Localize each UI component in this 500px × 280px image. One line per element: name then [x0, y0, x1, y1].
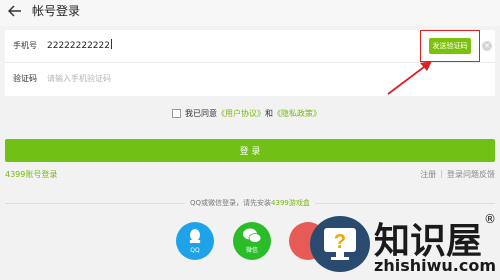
- help-links: 注册 | 登录问题反馈: [420, 169, 495, 180]
- register-link[interactable]: 注册: [420, 169, 436, 180]
- phone-label: 手机号: [13, 41, 37, 50]
- page-title: 帐号登录: [32, 4, 81, 18]
- divider-right: [315, 203, 495, 204]
- qq-login-button[interactable]: QQ: [176, 222, 214, 260]
- question-monitor-icon: ?: [310, 216, 370, 272]
- phone-input[interactable]: 22222222222: [47, 39, 112, 51]
- qq-label: QQ: [190, 247, 200, 254]
- agree-prefix: 我已同意: [185, 108, 217, 118]
- agree-checkbox[interactable]: [172, 108, 181, 118]
- site-watermark: ? 知识屋 ® zhishiwu.com: [310, 212, 500, 280]
- clear-icon[interactable]: ✕: [482, 41, 492, 51]
- app-header: 帐号登录: [0, 0, 500, 26]
- code-input[interactable]: 请输入手机验证码: [47, 73, 111, 84]
- agree-and: 和: [265, 108, 273, 118]
- game-box-link[interactable]: 4399游戏盒: [271, 199, 310, 207]
- login-button[interactable]: 登 录: [5, 139, 495, 162]
- wechat-login-button[interactable]: 微信: [233, 222, 271, 260]
- send-code-button[interactable]: 发送验证码: [429, 38, 471, 54]
- qq-icon: [189, 229, 201, 244]
- watermark-domain: zhishiwu.com: [374, 256, 496, 275]
- wechat-label: 微信: [245, 247, 258, 254]
- social-hint: QQ或微信登录，请先安装4399游戏盒: [190, 199, 310, 207]
- divider-left: [5, 203, 185, 204]
- back-arrow-icon[interactable]: [6, 2, 24, 20]
- wechat-icon: [243, 228, 262, 243]
- code-label: 验证码: [13, 74, 37, 83]
- registered-mark: ®: [484, 212, 496, 226]
- agreement-row: 我已同意 《用户协议》 和 《隐私政策》: [172, 106, 321, 120]
- feedback-link[interactable]: 登录问题反馈: [447, 169, 495, 180]
- privacy-policy-link[interactable]: 《隐私政策》: [273, 108, 321, 119]
- link-separator: |: [440, 169, 443, 178]
- annotation-arrow-icon: [387, 61, 432, 95]
- user-agreement-link[interactable]: 《用户协议》: [217, 108, 265, 119]
- svg-text:?: ?: [334, 231, 346, 253]
- account-login-link[interactable]: 4399账号登录: [5, 169, 57, 180]
